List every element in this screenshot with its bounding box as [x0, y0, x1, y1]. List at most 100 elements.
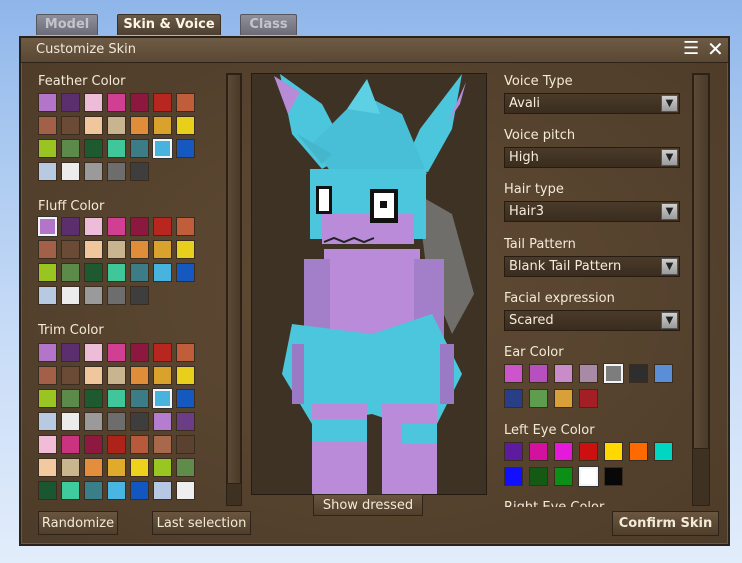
- palette-color-swatch[interactable]: [130, 458, 149, 477]
- ear-color-swatch[interactable]: [529, 364, 548, 383]
- ear-color-swatch[interactable]: [629, 364, 648, 383]
- palette-color-swatch[interactable]: [176, 240, 195, 259]
- palette-color-swatch[interactable]: [61, 116, 80, 135]
- palette-color-swatch[interactable]: [61, 263, 80, 282]
- confirm-skin-button[interactable]: Confirm Skin: [612, 511, 719, 536]
- palette-color-swatch[interactable]: [130, 412, 149, 431]
- palette-color-swatch[interactable]: [176, 366, 195, 385]
- palette-color-swatch[interactable]: [107, 412, 126, 431]
- randomize-button[interactable]: Randomize: [38, 511, 118, 535]
- palette-color-swatch[interactable]: [84, 481, 103, 500]
- palette-color-swatch[interactable]: [84, 389, 103, 408]
- left-eye-color-swatch[interactable]: [579, 442, 598, 461]
- palette-color-swatch[interactable]: [84, 435, 103, 454]
- palette-color-swatch[interactable]: [38, 263, 57, 282]
- palette-color-swatch[interactable]: [61, 162, 80, 181]
- palette-color-swatch[interactable]: [84, 343, 103, 362]
- palette-color-swatch[interactable]: [130, 389, 149, 408]
- palette-color-swatch[interactable]: [84, 139, 103, 158]
- palette-color-swatch[interactable]: [130, 366, 149, 385]
- palette-color-swatch[interactable]: [176, 263, 195, 282]
- palette-color-swatch[interactable]: [38, 389, 57, 408]
- ear-color-swatch[interactable]: [504, 364, 523, 383]
- palette-color-swatch[interactable]: [84, 240, 103, 259]
- palette-color-swatch[interactable]: [61, 286, 80, 305]
- ear-color-swatch[interactable]: [554, 364, 573, 383]
- ear-color-swatch[interactable]: [603, 363, 624, 384]
- palette-color-swatch[interactable]: [107, 139, 126, 158]
- palette-color-swatch[interactable]: [176, 116, 195, 135]
- palette-color-swatch[interactable]: [130, 116, 149, 135]
- palette-color-swatch[interactable]: [61, 93, 80, 112]
- palette-color-swatch[interactable]: [176, 217, 195, 236]
- palette-color-swatch[interactable]: [38, 412, 57, 431]
- right-scrollbar-thumb[interactable]: [693, 74, 709, 449]
- palette-color-swatch[interactable]: [61, 389, 80, 408]
- dropdown-select[interactable]: High ▼: [504, 147, 680, 168]
- ear-color-swatch[interactable]: [554, 389, 573, 408]
- tab-class[interactable]: Class: [240, 14, 297, 35]
- palette-color-swatch[interactable]: [176, 343, 195, 362]
- palette-color-swatch[interactable]: [84, 162, 103, 181]
- ear-color-swatch[interactable]: [579, 364, 598, 383]
- chevron-down-icon[interactable]: ▼: [661, 95, 678, 112]
- left-eye-color-swatch[interactable]: [554, 442, 573, 461]
- palette-color-swatch[interactable]: [107, 162, 126, 181]
- palette-color-swatch[interactable]: [107, 366, 126, 385]
- palette-color-swatch[interactable]: [84, 412, 103, 431]
- palette-color-swatch[interactable]: [153, 217, 172, 236]
- palette-color-swatch[interactable]: [107, 286, 126, 305]
- palette-color-swatch[interactable]: [176, 435, 195, 454]
- ear-color-swatch[interactable]: [504, 389, 523, 408]
- palette-color-swatch[interactable]: [176, 458, 195, 477]
- palette-color-swatch[interactable]: [130, 343, 149, 362]
- palette-color-swatch[interactable]: [61, 139, 80, 158]
- palette-color-swatch[interactable]: [38, 435, 57, 454]
- palette-color-swatch[interactable]: [107, 343, 126, 362]
- close-icon[interactable]: ✕: [707, 39, 724, 59]
- palette-color-swatch[interactable]: [84, 366, 103, 385]
- palette-color-swatch[interactable]: [176, 412, 195, 431]
- palette-color-swatch[interactable]: [61, 412, 80, 431]
- palette-color-swatch[interactable]: [153, 366, 172, 385]
- chevron-down-icon[interactable]: ▼: [661, 312, 678, 329]
- palette-color-swatch[interactable]: [176, 481, 195, 500]
- palette-color-swatch[interactable]: [84, 217, 103, 236]
- palette-color-swatch[interactable]: [84, 263, 103, 282]
- palette-color-swatch[interactable]: [130, 93, 149, 112]
- palette-color-swatch[interactable]: [61, 458, 80, 477]
- palette-color-swatch[interactable]: [38, 240, 57, 259]
- palette-color-swatch[interactable]: [153, 481, 172, 500]
- palette-color-swatch[interactable]: [84, 93, 103, 112]
- chevron-down-icon[interactable]: ▼: [661, 149, 678, 166]
- palette-color-swatch[interactable]: [38, 343, 57, 362]
- palette-color-swatch[interactable]: [176, 93, 195, 112]
- menu-icon[interactable]: ☰: [683, 40, 699, 58]
- show-dressed-button[interactable]: Show dressed: [313, 494, 423, 516]
- palette-color-swatch[interactable]: [130, 435, 149, 454]
- palette-color-swatch[interactable]: [153, 412, 172, 431]
- palette-color-swatch[interactable]: [38, 116, 57, 135]
- palette-color-swatch[interactable]: [130, 240, 149, 259]
- dropdown-select[interactable]: Avali ▼: [504, 93, 680, 114]
- chevron-down-icon[interactable]: ▼: [661, 203, 678, 220]
- ear-color-swatch[interactable]: [654, 364, 673, 383]
- palette-color-swatch[interactable]: [107, 458, 126, 477]
- left-eye-color-swatch[interactable]: [529, 467, 548, 486]
- palette-color-swatch[interactable]: [107, 217, 126, 236]
- palette-color-swatch[interactable]: [84, 286, 103, 305]
- palette-color-swatch[interactable]: [38, 366, 57, 385]
- left-eye-color-swatch[interactable]: [629, 442, 648, 461]
- palette-color-swatch[interactable]: [38, 139, 57, 158]
- palette-color-swatch[interactable]: [107, 481, 126, 500]
- palette-color-swatch[interactable]: [176, 139, 195, 158]
- left-scrollbar-thumb[interactable]: [227, 74, 241, 484]
- palette-color-swatch[interactable]: [38, 481, 57, 500]
- palette-color-swatch[interactable]: [152, 138, 173, 159]
- left-eye-color-swatch[interactable]: [654, 442, 673, 461]
- palette-color-swatch[interactable]: [38, 286, 57, 305]
- palette-color-swatch[interactable]: [61, 343, 80, 362]
- palette-color-swatch[interactable]: [38, 162, 57, 181]
- left-eye-color-swatch[interactable]: [604, 467, 623, 486]
- palette-color-swatch[interactable]: [61, 217, 80, 236]
